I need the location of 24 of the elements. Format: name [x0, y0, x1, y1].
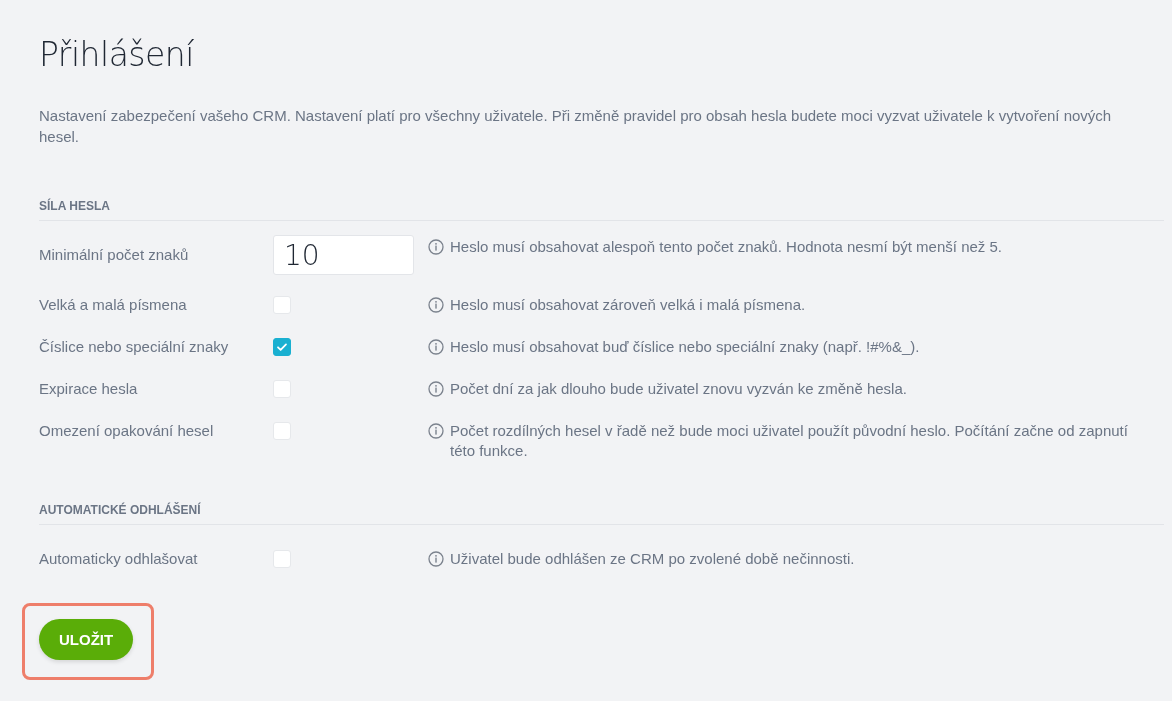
info-icon [428, 339, 444, 355]
setting-label: Velká a malá písmena [39, 295, 188, 315]
hint-text: Uživatel bude odhlášen ze CRM po zvolené době nečinnosti. [450, 549, 855, 569]
setting-label: Minimální počet znaků [39, 245, 190, 265]
hint-text: Heslo musí obsahovat alespoň tento počet znaků. Hodnota nesmí být menší než 5. [450, 237, 1002, 257]
number-field[interactable]: 10 [273, 235, 414, 275]
info-icon [428, 381, 444, 397]
page-description: Nastavení zabezpečení vašeho CRM. Nastavení platí pro všechny uživatele. Při změně pravidel pro obsah hesla budete moci vyzvat uživatele k vytvoření nových hesel. [39, 106, 1113, 147]
hint-text: Heslo musí obsahovat zároveň velká i malá písmena. [450, 295, 806, 315]
hint-text: Počet dní za jak dlouho bude uživatel znovu vyzván ke změně hesla. [450, 379, 907, 399]
info-icon [428, 551, 444, 567]
section-heading: SÍLA HESLA [39, 199, 1164, 221]
info-icon [428, 297, 444, 313]
section-heading: AUTOMATICKÉ ODHLÁŠENÍ [39, 503, 1164, 525]
hint-text: Heslo musí obsahovat buď číslice nebo speciální znaky (např. !#%&_). [450, 337, 920, 357]
setting-label: Expirace hesla [39, 379, 139, 399]
info-icon [428, 423, 444, 439]
info-icon [428, 239, 444, 255]
hint-text: Počet rozdílných hesel v řadě než bude moci uživatel použít původní heslo. Počítání začne od zapnutí této funkce. [450, 421, 1129, 461]
setting-label: Číslice nebo speciální znaky [39, 337, 230, 357]
setting-label: Omezení opakování hesel [39, 421, 215, 441]
page-title: Přihlášení [39, 34, 195, 76]
checkbox[interactable] [273, 338, 291, 356]
setting-label: Automaticky odhlašovat [39, 549, 199, 569]
